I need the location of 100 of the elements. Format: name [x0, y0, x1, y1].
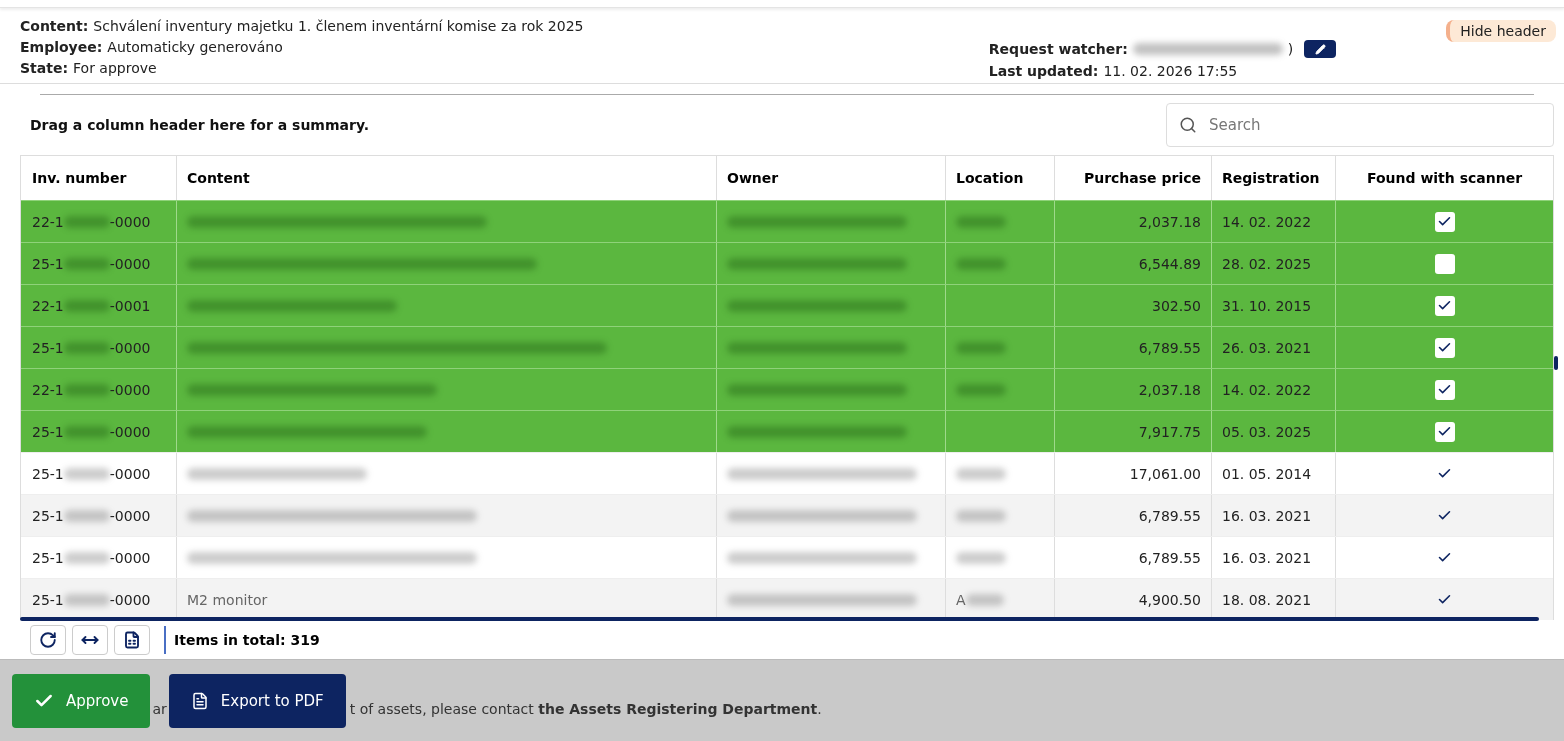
field-label: State:: [20, 60, 68, 76]
table-row[interactable]: 25-1 -0000 6,544.89 28. 02. 2025: [21, 242, 1553, 284]
table-cell: 2,037.18: [1138, 213, 1201, 230]
table-cell: -0000: [109, 255, 151, 272]
table-cell: 01. 05. 2014: [1222, 465, 1312, 482]
table-cell: 7,917.75: [1138, 423, 1201, 440]
table-cell: 05. 03. 2025: [1222, 423, 1312, 440]
blurred-text: [956, 383, 1006, 396]
table-cell: -0000: [109, 549, 151, 566]
table-row[interactable]: 25-1 -0000 M2 monitor A 4,900.50 18. 08. 2021: [21, 578, 1553, 620]
table-cell: 17,061.00: [1129, 465, 1201, 482]
field-value: ): [1287, 41, 1294, 57]
blurred-text: [965, 593, 1004, 606]
checkbox[interactable]: [1434, 337, 1455, 358]
table-cell: 14. 02. 2022: [1222, 381, 1312, 398]
notice-text: ar: [151, 700, 168, 717]
table-row[interactable]: 22-1 -0000 2,037.18 14. 02. 2022: [21, 368, 1553, 410]
table-cell: 25-1: [32, 465, 64, 482]
table-cell: 26. 03. 2021: [1222, 339, 1312, 356]
table-cell: 31. 10. 2015: [1222, 297, 1312, 314]
field-value: For approve: [73, 60, 157, 76]
blurred-text: [956, 467, 1006, 480]
table-row[interactable]: 22-1 -0001 302.50 31. 10. 2015: [21, 284, 1553, 326]
table-cell: 25-1: [32, 549, 64, 566]
export-pdf-button[interactable]: Export to PDF: [168, 673, 346, 728]
scrollbar-thumb[interactable]: [1554, 356, 1558, 370]
blurred-text: [956, 257, 1006, 270]
table-cell: 16. 03. 2021: [1222, 507, 1312, 524]
table-cell: -0001: [109, 297, 151, 314]
checkbox[interactable]: [1434, 253, 1455, 274]
blurred-text: [63, 383, 110, 396]
excel-export-button[interactable]: [114, 625, 150, 655]
notice-text: t of assets, please contact the Assets Registering Department.: [349, 700, 822, 717]
document-icon: [190, 691, 209, 710]
table-cell: 6,789.55: [1138, 507, 1201, 524]
table-row[interactable]: 22-1 -0000 2,037.18 14. 02. 2022: [21, 200, 1553, 242]
table-row[interactable]: 25-1 -0000 6,789.55 16. 03. 2021: [21, 494, 1553, 536]
search-field[interactable]: Search: [1166, 103, 1554, 147]
table-cell: 25-1: [32, 339, 64, 356]
scrollbar-thumb[interactable]: [20, 617, 1539, 621]
checkbox[interactable]: [1434, 379, 1455, 400]
table-cell: 4,900.50: [1138, 591, 1201, 608]
blurred-text: [63, 593, 110, 606]
table-cell: 22-1: [32, 297, 64, 314]
blurred-text: [63, 425, 110, 438]
table-cell: 6,789.55: [1138, 549, 1201, 566]
approve-button[interactable]: Approve: [12, 673, 151, 728]
table-cell: 25-1: [32, 507, 64, 524]
search-icon: [1179, 116, 1197, 134]
table-cell: 28. 02. 2025: [1222, 255, 1312, 272]
table-cell: -0000: [109, 423, 151, 440]
checkbox[interactable]: [1434, 211, 1455, 232]
field-label: Request watcher:: [988, 41, 1128, 57]
hide-header-button[interactable]: Hide header: [1446, 20, 1556, 42]
table-row[interactable]: 25-1 -0000 17,061.00 01. 05. 2014: [21, 452, 1553, 494]
table-cell: 16. 03. 2021: [1222, 549, 1312, 566]
table-cell: -0000: [109, 381, 151, 398]
blurred-text: [63, 467, 110, 480]
field-value: Automaticky generováno: [107, 39, 283, 55]
field-value: 11. 02. 2026 17:55: [1103, 63, 1238, 79]
blurred-text: [956, 509, 1006, 522]
fit-columns-button[interactable]: [72, 625, 108, 655]
blurred-text: [956, 551, 1006, 564]
table-cell: 18. 08. 2021: [1222, 591, 1312, 608]
blurred-text: [956, 341, 1006, 354]
table-row[interactable]: 25-1 -0000 7,917.75 05. 03. 2025: [21, 410, 1553, 452]
table-cell: 22-1: [32, 213, 64, 230]
blurred-text: [63, 509, 110, 522]
table-cell: 14. 02. 2022: [1222, 213, 1312, 230]
blurred-text: [63, 257, 110, 270]
table-cell: 302.50: [1152, 297, 1201, 314]
table-cell: -0000: [109, 339, 151, 356]
edit-button[interactable]: [1304, 40, 1337, 58]
blurred-text: [63, 215, 110, 228]
refresh-button[interactable]: [30, 625, 66, 655]
checkbox[interactable]: [1434, 295, 1455, 316]
table-cell: 25-1: [32, 591, 64, 608]
pencil-icon: [1314, 43, 1326, 55]
blurred-text: [63, 341, 110, 354]
checkbox[interactable]: [1434, 421, 1455, 442]
column-header[interactable]: Inv. number: [21, 156, 176, 200]
table-cell: 2,037.18: [1138, 381, 1201, 398]
blurred-text: [956, 215, 1006, 228]
table-cell: A: [956, 591, 966, 608]
table-cell: -0000: [109, 591, 151, 608]
table-row[interactable]: 25-1 -0000 6,789.55 16. 03. 2021: [21, 536, 1553, 578]
table-cell: -0000: [109, 465, 151, 482]
table-row[interactable]: 25-1 -0000 6,789.55 26. 03. 2021: [21, 326, 1553, 368]
field-label: Last updated:: [988, 63, 1099, 79]
spreadsheet-file-icon: [123, 631, 141, 649]
field-label: Employee:: [20, 39, 103, 55]
blurred-text: [63, 551, 110, 564]
table-cell: 25-1: [32, 255, 64, 272]
field-value: Schválení inventury majetku 1. členem inventární komise za rok 2025: [93, 18, 584, 34]
table-cell: -0000: [109, 507, 151, 524]
table-cell: 6,544.89: [1138, 255, 1201, 272]
table-cell: M2 monitor: [187, 591, 268, 608]
blurred-text: [63, 299, 110, 312]
table-cell: -0000: [109, 213, 151, 230]
field-label: Content:: [20, 18, 89, 34]
